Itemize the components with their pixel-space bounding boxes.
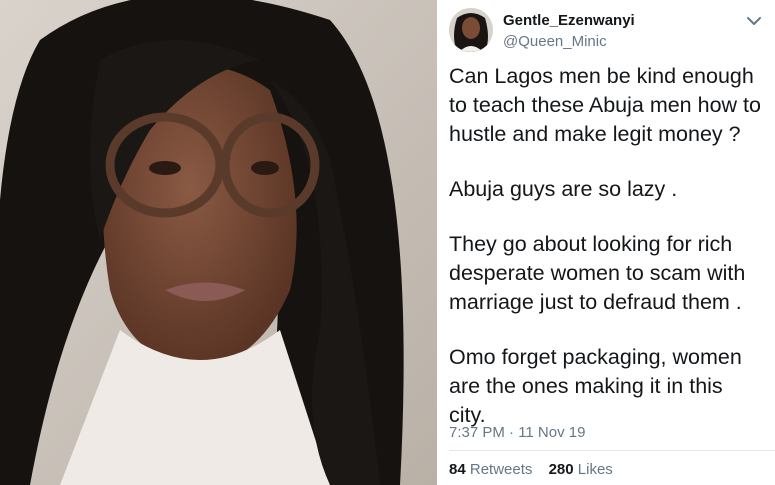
tweet-line: hustle and make legit money ? — [449, 122, 741, 146]
profile-photo — [0, 0, 437, 485]
likes-label: Likes — [577, 461, 613, 478]
tweet-timestamp[interactable]: 7:37 PM · 11 Nov 19 — [449, 424, 585, 441]
avatar-image — [449, 8, 493, 52]
chevron-down-icon[interactable] — [745, 12, 763, 30]
tweet-line: to teach these Abuja men how to — [449, 93, 761, 117]
avatar[interactable] — [449, 8, 493, 52]
tweet-stats: 84 Retweets 280 Likes — [449, 461, 625, 478]
tweet-line: Omo forget packaging, women — [449, 345, 742, 369]
tweet-paragraph: Can Lagos men be kind enough to teach th… — [449, 62, 771, 149]
retweets-count: 84 — [449, 461, 466, 478]
tweet-line: desperate women to scam with — [449, 261, 746, 285]
tweet-line: marriage just to defraud them . — [449, 290, 742, 314]
tweet-paragraph: Omo forget packaging, women are the ones… — [449, 343, 771, 430]
woman-photo-image — [0, 0, 437, 485]
tweet-text: Can Lagos men be kind enough to teach th… — [449, 62, 771, 456]
retweets-stat[interactable]: 84 Retweets — [449, 461, 532, 478]
tweet-paragraph: They go about looking for rich desperate… — [449, 230, 771, 317]
likes-count: 280 — [548, 461, 574, 478]
tweet-line: are the ones making it in this — [449, 374, 723, 398]
display-name[interactable]: Gentle_Ezenwanyi — [503, 12, 635, 29]
divider — [449, 450, 775, 451]
tweet-line: Abuja guys are so lazy . — [449, 177, 678, 201]
tweet-card: Gentle_Ezenwanyi @Queen_Minic Can Lagos … — [437, 0, 775, 485]
retweets-label: Retweets — [469, 461, 533, 478]
tweet-line: They go about looking for rich — [449, 232, 733, 256]
likes-stat[interactable]: 280 Likes — [549, 461, 613, 478]
tweet-line: Can Lagos men be kind enough — [449, 64, 754, 88]
tweet-paragraph: Abuja guys are so lazy . — [449, 175, 771, 204]
user-handle[interactable]: @Queen_Minic — [503, 33, 607, 50]
